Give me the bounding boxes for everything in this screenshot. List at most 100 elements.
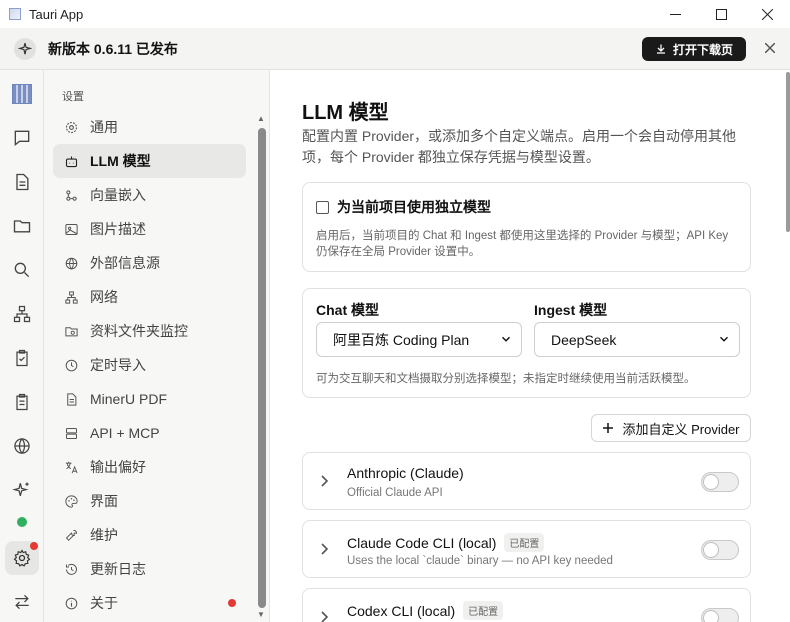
nav-item-label: 维护 xyxy=(90,527,118,543)
configured-badge: 已配置 xyxy=(504,533,545,552)
nav-item-network[interactable]: 网络 xyxy=(53,280,246,314)
chat-icon[interactable] xyxy=(9,125,35,151)
chevron-right-icon xyxy=(321,475,329,487)
ingest-model-select[interactable]: DeepSeek xyxy=(534,322,740,357)
chevron-down-icon xyxy=(720,336,728,342)
clipboard-check-icon[interactable] xyxy=(9,345,35,371)
configured-badge: 已配置 xyxy=(463,601,504,620)
sparkles-icon[interactable] xyxy=(9,477,35,503)
server-icon xyxy=(63,425,79,441)
nav-item-output-preference[interactable]: 输出偏好 xyxy=(53,450,246,484)
content-scrollbar-thumb[interactable] xyxy=(786,72,790,232)
history-icon xyxy=(63,561,79,577)
wrench-icon xyxy=(63,527,79,543)
nav-item-label: API + MCP xyxy=(90,425,160,441)
nav-item-scheduled-import[interactable]: 定时导入 xyxy=(53,348,246,382)
toggle-knob xyxy=(704,475,718,489)
sparkle-icon xyxy=(14,37,36,60)
translate-icon xyxy=(63,459,79,475)
independent-model-checkbox[interactable] xyxy=(316,200,329,214)
globe-icon xyxy=(63,255,79,271)
nav-item-maintenance[interactable]: 维护 xyxy=(53,518,246,552)
chevron-right-icon xyxy=(321,611,329,622)
image-icon xyxy=(63,221,79,237)
nodes-icon xyxy=(63,187,79,203)
app-logo[interactable] xyxy=(12,84,32,104)
add-custom-provider-button[interactable]: 添加自定义 Provider xyxy=(591,414,751,442)
nav-item-label: 外部信息源 xyxy=(90,255,160,271)
bot-icon xyxy=(63,153,79,169)
clipboard-list-icon[interactable] xyxy=(9,389,35,415)
page-description: 配置内置 Provider，或添加多个自定义端点。启用一个会自动停用其他项，每个… xyxy=(302,128,737,165)
update-dot xyxy=(228,599,236,607)
provider-row[interactable]: Claude Code CLI (local) 已配置 Uses the loc… xyxy=(302,520,751,578)
chat-model-label: Chat 模型 xyxy=(316,302,379,318)
ingest-model-label: Ingest 模型 xyxy=(534,302,608,318)
nav-item-embedding[interactable]: 向量嵌入 xyxy=(53,178,246,212)
clock-icon xyxy=(63,357,79,373)
provider-row[interactable]: Codex CLI (local) 已配置 xyxy=(302,588,751,622)
chat-model-select[interactable]: 阿里百炼 Coding Plan xyxy=(316,322,522,357)
open-download-button[interactable]: 打开下载页 xyxy=(642,37,746,61)
independent-model-hint: 启用后，当前项目的 Chat 和 Ingest 都使用这里选择的 Provide… xyxy=(316,230,729,258)
toggle-knob xyxy=(704,611,718,622)
chat-model-value: 阿里百炼 Coding Plan xyxy=(333,331,470,348)
chevron-right-icon xyxy=(321,543,329,555)
provider-subtitle: Official Claude API xyxy=(347,487,443,499)
provider-row[interactable]: Anthropic (Claude) Official Claude API xyxy=(302,452,751,510)
nav-item-changelog[interactable]: 更新日志 xyxy=(53,552,246,586)
toggle-knob xyxy=(704,543,718,557)
maximize-icon xyxy=(715,8,727,20)
independent-model-card: 为当前项目使用独立模型 启用后，当前项目的 Chat 和 Ingest 都使用这… xyxy=(302,182,751,272)
provider-toggle[interactable] xyxy=(701,540,739,560)
nav-item-label: 通用 xyxy=(90,119,118,135)
title-bar: Tauri App xyxy=(0,0,790,28)
scroll-down-arrow[interactable]: ▼ xyxy=(257,610,265,619)
nav-item-label: 输出偏好 xyxy=(90,459,146,475)
nav-item-label: 更新日志 xyxy=(90,561,146,577)
maximize-button[interactable] xyxy=(698,0,744,28)
provider-toggle[interactable] xyxy=(701,472,739,492)
plus-icon xyxy=(603,423,614,433)
download-icon xyxy=(656,44,665,54)
notification-badge xyxy=(30,542,38,550)
independent-model-option[interactable]: 为当前项目使用独立模型 xyxy=(316,197,491,217)
chevron-down-icon xyxy=(502,336,510,342)
model-selection-card: Chat 模型 阿里百炼 Coding Plan Ingest 模型 DeepS… xyxy=(302,288,751,398)
nav-item-image[interactable]: 图片描述 xyxy=(53,212,246,246)
nav-item-label: LLM 模型 xyxy=(90,153,151,169)
minimize-button[interactable] xyxy=(652,0,698,28)
nav-item-llm[interactable]: LLM 模型 xyxy=(53,144,246,178)
provider-subtitle: Uses the local `claude` binary — no API … xyxy=(347,555,613,567)
folder-watch-icon xyxy=(63,323,79,339)
provider-name: Anthropic (Claude) xyxy=(347,465,464,481)
close-icon xyxy=(765,43,775,53)
independent-model-label: 为当前项目使用独立模型 xyxy=(337,199,491,215)
status-dot xyxy=(17,517,27,527)
dismiss-banner-button[interactable] xyxy=(760,38,780,58)
nav-scrollbar-thumb[interactable] xyxy=(258,128,266,608)
document-icon[interactable] xyxy=(9,169,35,195)
provider-name: Codex CLI (local) xyxy=(347,602,456,619)
nav-item-interface[interactable]: 界面 xyxy=(53,484,246,518)
nav-item-mineru[interactable]: MinerU PDF xyxy=(53,382,246,416)
nav-item-folder-watch[interactable]: 资料文件夹监控 xyxy=(53,314,246,348)
graph-icon[interactable] xyxy=(9,301,35,327)
nav-item-label: MinerU PDF xyxy=(90,391,168,407)
globe-icon[interactable] xyxy=(9,433,35,459)
nav-item-general[interactable]: 通用 xyxy=(53,110,246,144)
settings-header: 设置 xyxy=(62,91,84,103)
nav-item-label: 网络 xyxy=(90,289,118,305)
nav-item-label: 界面 xyxy=(90,493,118,509)
scroll-up-arrow[interactable]: ▲ xyxy=(257,114,265,123)
nav-item-api-mcp[interactable]: API + MCP xyxy=(53,416,246,450)
info-icon xyxy=(63,595,79,611)
provider-toggle[interactable] xyxy=(701,608,739,622)
nav-item-external-sources[interactable]: 外部信息源 xyxy=(53,246,246,280)
folder-icon[interactable] xyxy=(9,213,35,239)
nav-item-about[interactable]: 关于 xyxy=(53,586,246,620)
close-window-button[interactable] xyxy=(744,0,790,28)
add-custom-provider-label: 添加自定义 Provider xyxy=(622,421,740,437)
switch-icon[interactable] xyxy=(9,589,35,615)
search-icon[interactable] xyxy=(9,257,35,283)
